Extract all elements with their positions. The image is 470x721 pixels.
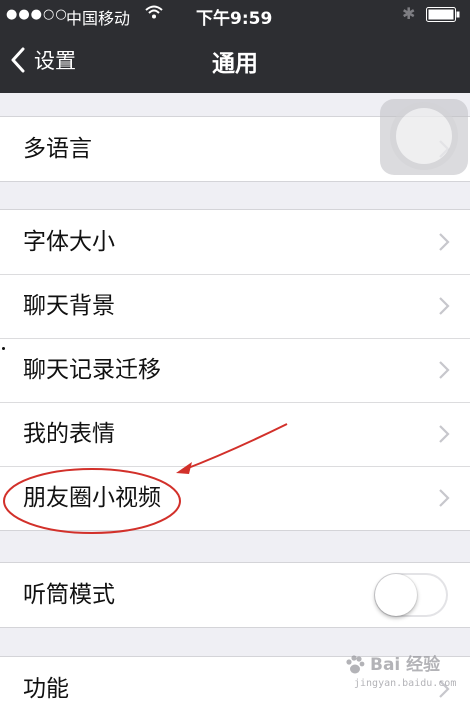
chevron-right-icon <box>439 489 450 507</box>
row-label: 功能 <box>23 676 69 702</box>
assistive-touch-button[interactable] <box>380 99 468 175</box>
chevron-right-icon <box>439 361 450 379</box>
row-label: 听筒模式 <box>23 582 115 608</box>
page-title: 通用 <box>212 51 258 77</box>
row-label: 聊天记录迁移 <box>23 357 161 383</box>
earpiece-mode-toggle[interactable] <box>374 573 448 617</box>
battery-icon <box>426 7 460 22</box>
row-label: 字体大小 <box>23 229 115 255</box>
paw-icon <box>346 655 365 674</box>
row-label: 朋友圈小视频 <box>23 485 161 511</box>
chevron-right-icon <box>439 233 450 251</box>
watermark-url: jingyan.baidu.com <box>354 678 457 689</box>
carrier-name: 中国移动 <box>66 9 131 28</box>
settings-row-chat-migration[interactable]: 聊天记录迁移 <box>0 338 470 402</box>
toggle-knob <box>375 574 417 616</box>
row-label: 多语言 <box>23 136 92 162</box>
chevron-right-icon <box>439 425 450 443</box>
top-bar: ●●●○○ 中国移动 下午9:59 ✱ 设置 通用 <box>0 0 470 93</box>
settings-row-chat-background[interactable]: 聊天背景 <box>0 274 470 338</box>
watermark-text: Bai 经验 <box>370 655 441 675</box>
settings-row-font-size[interactable]: 字体大小 <box>0 210 470 274</box>
earpiece-group: 听筒模式 <box>0 562 470 628</box>
row-label: 我的表情 <box>23 421 115 447</box>
chevron-right-icon <box>439 297 450 315</box>
status-time: 下午9:59 <box>196 9 273 29</box>
stray-dot <box>2 347 5 350</box>
signal-strength: ●●●○○ <box>6 7 68 22</box>
bluetooth-icon: ✱ <box>402 4 416 23</box>
wifi-icon <box>145 5 163 19</box>
row-label: 聊天背景 <box>23 293 115 319</box>
settings-row-my-stickers[interactable]: 我的表情 <box>0 402 470 466</box>
baidu-watermark: Bai 经验 jingyan.baidu.com <box>330 648 460 696</box>
settings-row-earpiece-mode: 听筒模式 <box>0 563 470 627</box>
display-group: 字体大小 聊天背景 聊天记录迁移 我的表情 朋友圈小视频 <box>0 209 470 531</box>
settings-row-moments-video[interactable]: 朋友圈小视频 <box>0 466 470 530</box>
status-bar: ●●●○○ 中国移动 下午9:59 ✱ <box>0 0 470 30</box>
navigation-bar: 设置 通用 <box>0 30 470 93</box>
